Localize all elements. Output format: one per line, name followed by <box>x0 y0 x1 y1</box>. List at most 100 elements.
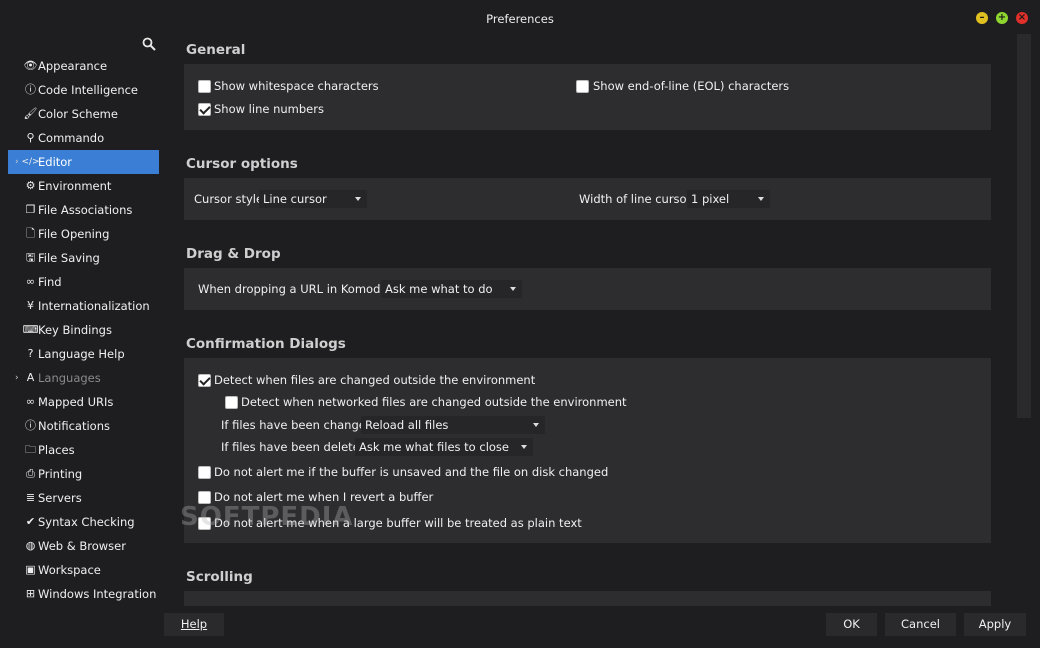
files-changed-value: Reload all files <box>365 418 449 432</box>
sidebar-item[interactable]: ∞ Find <box>8 270 159 294</box>
content-scrollbar[interactable] <box>1017 34 1031 418</box>
maximize-button[interactable]: + <box>996 12 1008 24</box>
binoculars-icon: ∞ <box>25 275 36 288</box>
sidebar-item[interactable]: 🖌 Color Scheme <box>8 102 159 126</box>
sidebar-item-label: Key Bindings <box>38 323 112 337</box>
section-title-confirm: Confirmation Dialogs <box>186 336 346 352</box>
sidebar-item[interactable]: ∞ Mapped URIs <box>8 390 159 414</box>
globe-icon: ◍ <box>25 539 36 552</box>
title-bar: Preferences – + × <box>0 0 1040 36</box>
sidebar-item[interactable]: ▣ Workspace <box>8 558 159 582</box>
brush-icon: 🖌 <box>23 107 38 120</box>
sidebar-item-label: Notifications <box>38 419 110 433</box>
pin-icon: ⚲ <box>26 131 35 144</box>
sidebar-item-label: Windows Integration <box>38 587 157 601</box>
info-icon: ⓘ <box>25 419 36 432</box>
detect-networked-checkbox[interactable] <box>225 396 238 409</box>
detect-changed-checkbox[interactable] <box>198 374 211 387</box>
cursor-style-label: Cursor style: <box>194 192 267 206</box>
detect-networked-label: Detect when networked files are changed … <box>241 395 627 409</box>
cursor-width-dropdown[interactable]: 1 pixel <box>687 190 770 208</box>
ok-button[interactable]: OK <box>826 613 877 636</box>
server-icon: ≣ <box>25 491 36 504</box>
cancel-button[interactable]: Cancel <box>885 613 956 636</box>
search-input[interactable] <box>8 35 142 53</box>
minimize-button[interactable]: – <box>976 12 988 24</box>
sidebar-item[interactable]: ⓘ Notifications <box>8 414 159 438</box>
sidebar-item-label: Languages <box>38 371 101 385</box>
apply-button[interactable]: Apply <box>964 613 1026 636</box>
sidebar-item[interactable]: ≣ Servers <box>8 486 159 510</box>
copy-icon: ❐ <box>25 203 36 216</box>
show-line-numbers-label: Show line numbers <box>214 102 324 116</box>
scrolling-panel <box>184 591 991 606</box>
link-icon: ∞ <box>25 395 36 408</box>
sidebar-item[interactable]: 👁 Appearance <box>8 54 159 78</box>
section-title-scrolling: Scrolling <box>186 569 253 585</box>
sidebar-item[interactable]: ◍ Web & Browser <box>8 534 159 558</box>
help-icon: ? <box>27 347 34 360</box>
category-list: 👁 Appearance ⓘ Code Intelligence 🖌 Color Sche… <box>8 54 159 640</box>
sidebar-item[interactable]: ⌨ Key Bindings <box>8 318 159 342</box>
cursor-style-dropdown[interactable]: Line cursor <box>259 190 367 208</box>
sidebar-item[interactable]: 🗋 File Opening <box>8 222 159 246</box>
help-button[interactable]: Help <box>164 613 224 636</box>
search-icon[interactable] <box>142 37 156 51</box>
drop-url-value: Ask me what to do <box>385 282 493 296</box>
expand-arrow-icon[interactable]: › <box>15 150 19 174</box>
drop-url-label: When dropping a URL in Komodo: <box>198 282 392 296</box>
files-deleted-dropdown[interactable]: Ask me what files to close <box>355 438 533 456</box>
sidebar-item[interactable]: ⚙ Environment <box>8 174 159 198</box>
chevron-down-icon <box>533 423 539 427</box>
eye-icon: 👁 <box>23 59 38 72</box>
sidebar-item[interactable]: 🗀 Places <box>8 438 159 462</box>
files-deleted-label: If files have been deleted: <box>221 440 371 454</box>
sidebar-item[interactable]: ? Language Help <box>8 342 159 366</box>
sidebar-item[interactable]: › </> Editor <box>8 150 159 174</box>
sidebar-item[interactable]: ⚲ Commando <box>8 126 159 150</box>
no-alert-unsaved-checkbox[interactable] <box>198 466 211 479</box>
sidebar-item-label: Appearance <box>38 59 108 73</box>
sidebar-item[interactable]: › A Languages <box>8 366 159 390</box>
dragdrop-panel: When dropping a URL in Komodo: Ask me wh… <box>184 268 991 310</box>
cursor-width-label: Width of line cursor: <box>579 192 695 206</box>
sidebar-item[interactable]: ⎙ Printing <box>8 462 159 486</box>
file-icon: 🗋 <box>26 227 35 240</box>
sidebar-item-label: File Saving <box>38 251 100 265</box>
show-whitespace-checkbox[interactable] <box>198 80 211 93</box>
drop-url-dropdown[interactable]: Ask me what to do <box>381 280 522 298</box>
chevron-down-icon <box>521 445 527 449</box>
sidebar-item-label: Internationalization <box>38 299 150 313</box>
sidebar-item-label: File Associations <box>38 203 133 217</box>
sidebar-item-label: Printing <box>38 467 83 481</box>
save-icon: 🖫 <box>25 251 36 264</box>
general-panel: Show whitespace characters Show end-of-l… <box>184 64 991 130</box>
show-line-numbers-checkbox[interactable] <box>198 103 211 116</box>
sidebar-item-label: Web & Browser <box>38 539 126 553</box>
sidebar-item[interactable]: ❐ File Associations <box>8 198 159 222</box>
files-changed-label: If files have been changed: <box>221 418 378 432</box>
cursor-panel: Cursor style: Line cursor Width of line … <box>184 178 991 220</box>
sidebar-item-label: Commando <box>38 131 105 145</box>
show-eol-checkbox[interactable] <box>576 80 589 93</box>
show-eol-label: Show end-of-line (EOL) characters <box>593 79 790 93</box>
sidebar-item[interactable]: ⊞ Windows Integration <box>8 582 159 606</box>
sidebar-item-label: Editor <box>38 155 73 169</box>
sidebar-item[interactable]: ✔ Syntax Checking <box>8 510 159 534</box>
close-button[interactable]: × <box>1016 12 1028 24</box>
sidebar-item-label: Color Scheme <box>38 107 118 121</box>
section-title-cursor: Cursor options <box>186 156 298 172</box>
sidebar-item[interactable]: ⓘ Code Intelligence <box>8 78 159 102</box>
sidebar-item[interactable]: 🖫 File Saving <box>8 246 159 270</box>
files-deleted-value: Ask me what files to close <box>359 440 509 454</box>
detect-changed-label: Detect when files are changed outside th… <box>214 373 536 387</box>
info-icon: ⓘ <box>25 83 36 96</box>
check-circle-icon: ✔ <box>25 515 36 528</box>
no-alert-unsaved-label: Do not alert me if the buffer is unsaved… <box>214 465 609 479</box>
expand-arrow-icon[interactable]: › <box>15 366 19 390</box>
sidebar-item[interactable]: ¥ Internationalization <box>8 294 159 318</box>
files-changed-dropdown[interactable]: Reload all files <box>361 416 545 434</box>
chevron-down-icon <box>510 287 516 291</box>
sidebar-item-label: Servers <box>38 491 82 505</box>
section-title-general: General <box>186 42 246 58</box>
